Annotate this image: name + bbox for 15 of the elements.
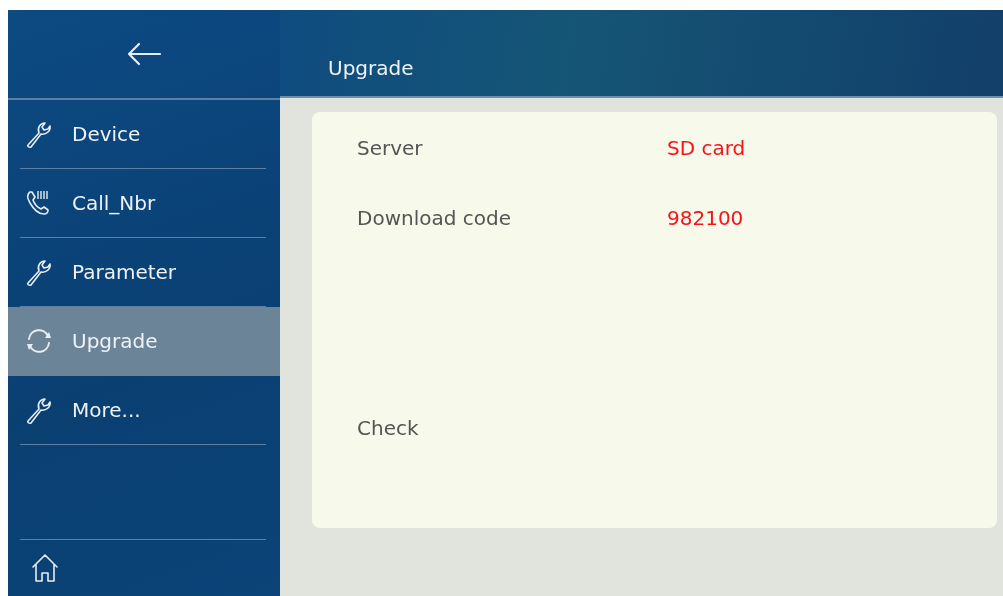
home-icon[interactable] xyxy=(30,552,60,584)
wrench-icon xyxy=(24,257,54,287)
setting-label: Download code xyxy=(357,206,512,230)
check-button[interactable]: Check xyxy=(357,416,419,440)
refresh-icon xyxy=(24,326,54,356)
sidebar-item[interactable]: Device xyxy=(20,100,266,169)
wrench-icon xyxy=(24,395,54,425)
setting-value[interactable]: SD card xyxy=(667,136,997,160)
wrench-icon xyxy=(24,119,54,149)
sidebar-item[interactable]: Call_Nbr xyxy=(20,169,266,238)
sidebar-item[interactable]: More... xyxy=(20,376,266,445)
setting-label: Server xyxy=(357,136,424,160)
setting-value[interactable]: 982100 xyxy=(667,206,997,230)
page-title: Upgrade xyxy=(328,56,414,80)
back-arrow-icon[interactable] xyxy=(126,42,162,66)
